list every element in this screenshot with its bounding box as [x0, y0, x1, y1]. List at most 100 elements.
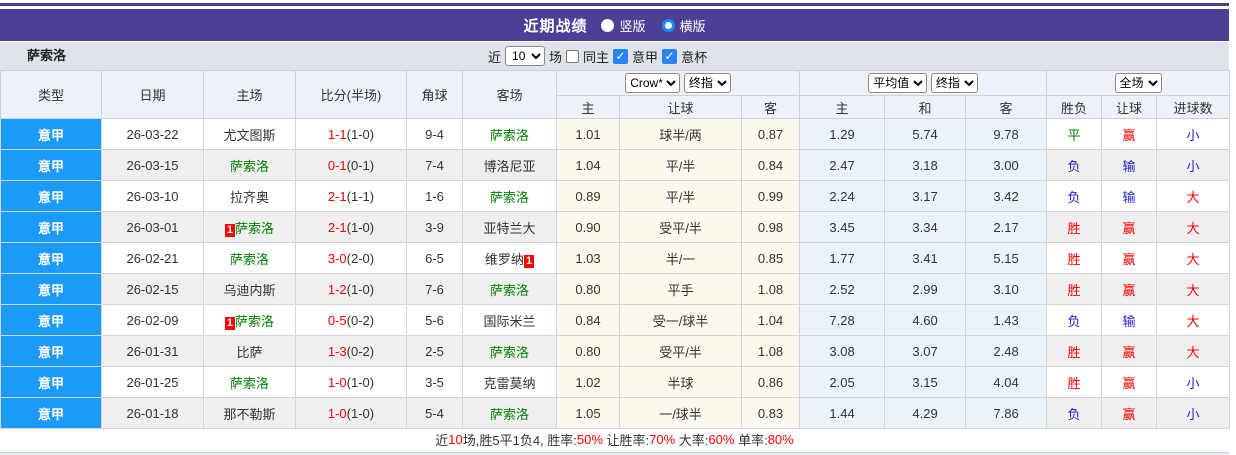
handicap-result-cell: 赢	[1101, 242, 1158, 274]
away-team-name: 萨索洛	[489, 189, 529, 205]
goals-cell: 大	[1156, 242, 1231, 274]
avg-away-odds: 7.86	[993, 405, 1019, 421]
top-divider	[0, 3, 1229, 6]
avg-home-odds-cell: 2.24	[799, 180, 886, 212]
header-avg-away: 客	[965, 95, 1048, 119]
handicap-line-cell: 平/半	[619, 149, 742, 181]
half-time-score: (0-2)	[346, 312, 375, 328]
red-card-badge: 1	[224, 223, 236, 237]
full-time-score: 2-1	[327, 188, 347, 204]
goals-result: 大	[1186, 220, 1200, 236]
handicap-home-odds-cell: 0.90	[556, 211, 620, 243]
date-cell: 26-01-31	[101, 335, 204, 367]
red-card-badge: 1	[224, 316, 236, 330]
avg-draw-odds: 2.99	[912, 281, 938, 297]
table-row: 意甲 26-02-21 萨索洛 3-0(2-0) 6-5 维罗纳 1 1.03 半/一 0.85 1…	[0, 242, 1231, 274]
radio-horizontal-label[interactable]: 横版	[680, 16, 706, 35]
handicap-line-cell: 平/半	[619, 180, 742, 212]
avg-home-odds-cell: 1.44	[799, 397, 886, 429]
score-cell: 3-0(2-0)	[295, 242, 407, 274]
handicap-line: 平/半	[665, 189, 696, 205]
avg-home-odds-cell: 3.08	[799, 335, 886, 367]
corner-cell: 6-5	[406, 242, 463, 274]
win-lose-cell: 胜	[1046, 273, 1103, 305]
radio-vertical-layout[interactable]: 竖版	[601, 16, 646, 35]
avg-draw-odds-cell: 2.99	[884, 273, 967, 305]
handicap-line: 平/半	[665, 158, 696, 174]
date-cell: 26-03-22	[101, 118, 204, 150]
win-lose-cell: 胜	[1046, 242, 1103, 274]
scope-select[interactable]: 全场	[1114, 73, 1162, 93]
league-type-label: 意甲	[37, 251, 64, 267]
handicap-home-odds: 0.90	[575, 219, 601, 235]
away-team-name: 萨索洛	[489, 406, 529, 422]
away-team-cell: 国际米兰	[462, 304, 557, 336]
avg-home-odds: 2.05	[829, 374, 855, 390]
home-team-cell: 那不勒斯	[203, 397, 296, 429]
handicap-home-odds: 1.03	[575, 250, 601, 266]
away-team-name: 亚特兰大	[483, 220, 536, 236]
radio-selected-icon[interactable]	[661, 18, 675, 32]
handicap-result: 赢	[1122, 220, 1136, 236]
radio-unselected-icon[interactable]	[601, 18, 615, 32]
avg-away-odds: 3.10	[993, 281, 1019, 297]
corner-count: 9-4	[425, 126, 444, 142]
handicap-home-odds: 0.80	[575, 343, 601, 359]
same-home-checkbox[interactable]	[566, 49, 580, 63]
same-home-label[interactable]: 同主	[583, 47, 609, 66]
match-date: 26-03-10	[126, 188, 179, 204]
corner-cell: 5-4	[406, 397, 463, 429]
average-time-select[interactable]: 终指	[930, 73, 978, 93]
header-home: 主场	[203, 70, 296, 119]
summary-segment: 大率:	[675, 432, 709, 448]
home-team-name: 萨索洛	[235, 220, 275, 236]
full-time-score: 0-1	[327, 157, 347, 173]
avg-away-odds-cell: 3.00	[965, 149, 1048, 181]
handicap-home-odds: 1.04	[575, 157, 601, 173]
handicap-result: 赢	[1122, 375, 1136, 391]
avg-home-odds-cell: 2.47	[799, 149, 886, 181]
corner-cell: 9-4	[406, 118, 463, 150]
italy-cup-checkbox[interactable]: ✓	[662, 48, 678, 64]
goals-cell: 大	[1156, 335, 1231, 367]
header-handicap-line: 让球	[619, 95, 742, 119]
date-cell: 26-03-15	[101, 149, 204, 181]
handicap-result-cell: 输	[1101, 304, 1158, 336]
corner-count: 5-4	[425, 405, 444, 421]
handicap-result-cell: 赢	[1101, 273, 1158, 305]
serie-a-checkbox[interactable]: ✓	[613, 48, 629, 64]
score-cell: 1-0(1-0)	[295, 397, 407, 429]
table-row: 意甲 26-03-10 拉齐奥 2-1(1-1) 1-6 萨索洛 0.89 平/半 0.99 2.…	[0, 180, 1231, 212]
radio-horizontal-layout[interactable]: 横版	[661, 16, 706, 35]
radio-vertical-label[interactable]: 竖版	[619, 16, 645, 35]
away-team-cell: 维罗纳 1	[462, 242, 557, 274]
score-cell: 0-1(0-1)	[295, 149, 407, 181]
avg-home-odds-cell: 1.29	[799, 118, 886, 150]
italy-cup-label[interactable]: 意杯	[681, 47, 707, 66]
corner-cell: 2-5	[406, 335, 463, 367]
table-row: 意甲 26-03-01 1 萨索洛 2-1(1-0) 3-9 亚特兰大 0.90 受平/半 0.9…	[0, 211, 1231, 243]
corner-count: 3-9	[425, 219, 444, 235]
summary-segment: 让胜率:	[602, 432, 650, 448]
summary-segment: 70%	[649, 431, 676, 447]
serie-a-label[interactable]: 意甲	[632, 47, 658, 66]
avg-away-odds-cell: 4.04	[965, 366, 1048, 398]
win-lose-result: 胜	[1067, 344, 1081, 360]
avg-away-odds-cell: 7.86	[965, 397, 1048, 429]
half-time-score: (1-1)	[346, 188, 375, 204]
handicap-away-odds-cell: 0.83	[740, 397, 801, 429]
handicap-away-odds-cell: 0.85	[740, 242, 801, 274]
handicap-home-odds: 1.01	[575, 126, 601, 142]
home-team-name: 萨索洛	[235, 313, 275, 329]
average-kind-select[interactable]: 平均值	[868, 73, 928, 93]
handicap-company-select[interactable]: Crow*	[625, 73, 681, 93]
league-type-cell: 意甲	[0, 211, 102, 243]
win-lose-result: 胜	[1067, 220, 1081, 236]
avg-away-odds-cell: 1.43	[965, 304, 1048, 336]
recent-count-select[interactable]: 10	[505, 46, 546, 66]
table-row: 意甲 26-02-15 乌迪内斯 1-2(1-0) 7-6 萨索洛 0.80 平手 1.08 2.…	[0, 273, 1231, 305]
header-win-lose: 胜负	[1046, 95, 1103, 119]
handicap-home-odds: 1.05	[575, 405, 601, 421]
match-date: 26-02-09	[126, 312, 179, 328]
handicap-time-select[interactable]: 终指	[683, 73, 731, 93]
